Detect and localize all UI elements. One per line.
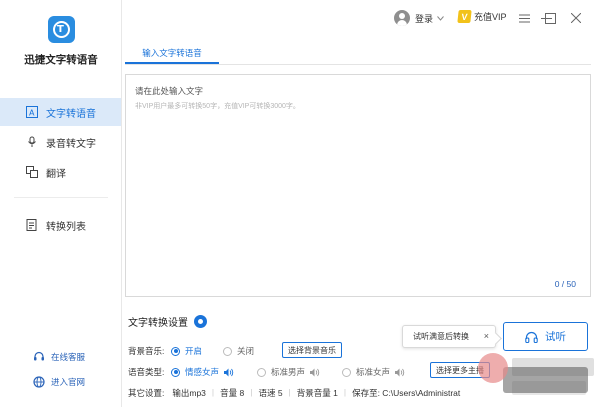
bg-music-off-radio[interactable]: 关闭 [223, 345, 254, 357]
chevron-down-icon [437, 15, 444, 21]
close-icon[interactable] [568, 10, 584, 26]
microphone-icon [26, 136, 38, 148]
vip-label: 充值VIP [474, 12, 507, 22]
login-button[interactable]: 登录 [394, 10, 444, 26]
start-convert-button[interactable] [503, 367, 588, 393]
tooltip-close-icon[interactable]: × [484, 331, 489, 341]
speaker-icon[interactable] [224, 368, 234, 377]
login-label: 登录 [415, 13, 434, 24]
menu-icon[interactable] [516, 10, 532, 26]
sidebar-item-label: 转换列表 [46, 221, 86, 233]
listen-tooltip: 试听满意后转换 × [402, 325, 496, 348]
voice-type-label: 语音类型: [128, 367, 165, 377]
settings-title: 文字转换设置 [128, 314, 207, 329]
headphones-icon [525, 331, 538, 343]
sidebar-item-text-to-speech[interactable]: A 文字转语音 [0, 98, 121, 126]
voice-option-label: 标准男声 [271, 367, 306, 377]
maximize-icon[interactable] [542, 10, 558, 26]
voice-emotional-female-radio[interactable]: 情感女声 [171, 366, 234, 378]
bg-music-on-label: 开启 [185, 346, 203, 356]
conversion-list-icon [26, 219, 38, 231]
vip-icon: V [457, 10, 472, 23]
avatar [394, 10, 410, 26]
online-support-label: 在线客服 [51, 352, 86, 362]
official-site-link[interactable]: 进入官网 [0, 376, 121, 388]
speaker-icon[interactable] [310, 368, 320, 377]
text-limit-hint: 非VIP用户最多可转换50字，充值VIP可转换3000字。 [135, 103, 300, 110]
recharge-vip-button[interactable]: V 充值VIP [457, 10, 507, 23]
voice-standard-female-radio[interactable]: 标准女声 [342, 366, 405, 378]
sidebar-item-label: 文字转语音 [46, 108, 96, 120]
bg-music-label: 背景音乐: [128, 346, 165, 356]
text-input-area[interactable]: 请在此处输入文字 非VIP用户最多可转换50字，充值VIP可转换3000字。 0… [125, 74, 591, 297]
online-support-link[interactable]: 在线客服 [0, 351, 121, 363]
sidebar-item-conversion-list[interactable]: 转换列表 [0, 211, 121, 239]
voice-option-label: 情感女声 [185, 367, 220, 377]
globe-icon [33, 376, 45, 388]
settings-title-label: 文字转换设置 [128, 318, 188, 329]
bg-volume-setting[interactable]: 背景音量 1 [297, 387, 338, 399]
sidebar-item-translate[interactable]: 翻译 [0, 158, 121, 186]
character-count: 0 / 50 [554, 279, 576, 289]
output-format[interactable]: 输出mp3 [172, 387, 206, 399]
other-settings-label: 其它设置: [128, 388, 165, 398]
logo-letter: T [57, 24, 64, 35]
bg-music-on-radio[interactable]: 开启 [171, 345, 202, 357]
speaker-icon[interactable] [395, 368, 405, 377]
volume-setting[interactable]: 音量 8 [220, 387, 244, 399]
customer-service-icon [33, 351, 45, 363]
sidebar-item-label: 翻译 [46, 168, 66, 180]
other-settings: 其它设置: 输出mp3 | 音量 8 | 语速 5 | 背景音量 1 | 保存至… [128, 387, 461, 399]
voice-standard-male-radio[interactable]: 标准男声 [257, 366, 320, 378]
text-to-speech-icon: A [26, 106, 38, 118]
tab-text-to-speech[interactable]: 输入文字转语音 [125, 44, 219, 64]
sidebar-item-label: 录音转文字 [46, 138, 96, 150]
tab-divider [125, 64, 591, 65]
translate-icon [26, 166, 38, 178]
official-site-label: 进入官网 [51, 377, 86, 387]
bg-music-off-label: 关闭 [237, 346, 255, 356]
sidebar: T 迅捷文字转语音 A 文字转语音 录音转文字 翻译 转换列表 在线客服 进入官… [0, 0, 122, 407]
text-input-placeholder: 请在此处输入文字 [135, 86, 204, 96]
select-bg-music-button[interactable]: 选择背景音乐 [282, 342, 342, 358]
app-logo: T [48, 16, 75, 43]
listen-label: 试听 [545, 331, 566, 343]
app-name: 迅捷文字转语音 [24, 54, 98, 66]
sidebar-item-recording-to-text[interactable]: 录音转文字 [0, 128, 121, 156]
title-bar: 登录 V 充值VIP [122, 0, 600, 38]
svg-text:A: A [29, 109, 35, 118]
sidebar-divider [14, 197, 108, 198]
select-more-anchors-button[interactable]: 选择更多主播 [430, 362, 490, 378]
gear-icon[interactable] [194, 315, 207, 328]
listen-button[interactable]: 试听 [503, 322, 588, 351]
speed-setting[interactable]: 语速 5 [258, 387, 282, 399]
save-path[interactable]: 保存至: C:\Users\Administrat [352, 387, 460, 399]
tooltip-text: 试听满意后转换 [413, 332, 469, 341]
voice-option-label: 标准女声 [356, 367, 391, 377]
